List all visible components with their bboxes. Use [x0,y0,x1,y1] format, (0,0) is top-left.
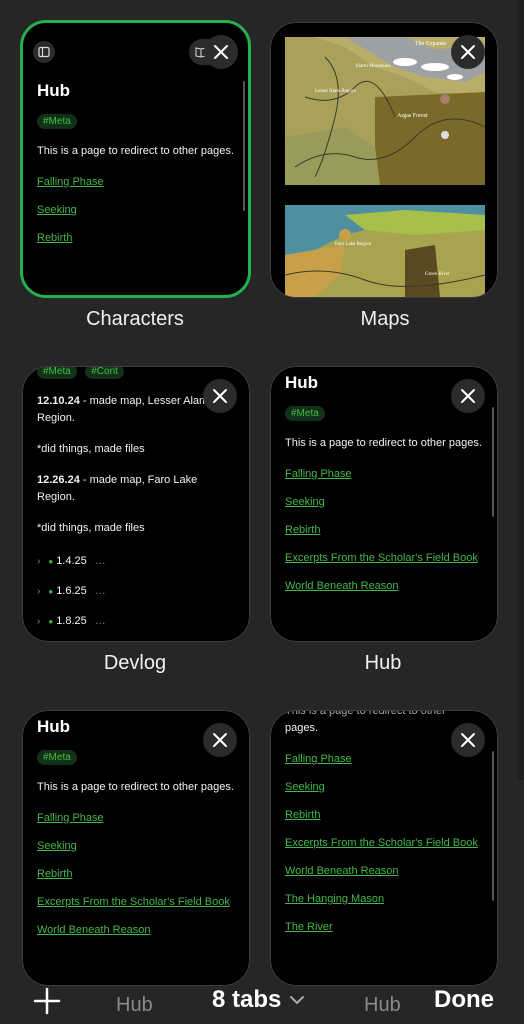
toggle-item[interactable]: › ● 1.6.25… [37,585,235,597]
bottom-hub-label-right[interactable]: Hub [364,994,401,1017]
map-label: Lesser Alam Region [315,89,356,94]
link-rebirth[interactable]: Rebirth [37,232,234,244]
tabs-count-label: 8 tabs [212,986,282,1013]
link-seeking[interactable]: Seeking [285,496,483,508]
bullet-icon: ● [48,556,54,566]
tab-card-hub-3[interactable]: This is a page to redirect to other page… [270,710,498,986]
map-label: Alarm Mountains [355,64,390,69]
close-tab-icon[interactable] [451,35,485,69]
close-tab-icon[interactable] [451,379,485,413]
tab-label-hub: Hub [364,652,402,674]
map-image-bottom: Faro Lake Region Green River [284,205,486,297]
link-world-beneath-reason[interactable]: World Beneath Reason [37,924,235,936]
page-text: This is a page to redirect to other page… [285,437,482,449]
page-scrollbar[interactable] [518,0,524,780]
toggle-item[interactable]: › ● 1.4.25… [37,555,235,567]
sidebar-toggle-icon [33,41,55,63]
map-label: Faro Lake Region [335,242,372,247]
link-excerpts[interactable]: Excerpts From the Scholar's Field Book [285,552,483,564]
done-button[interactable]: Done [434,986,494,1014]
bullet-icon: ● [48,586,54,596]
close-tab-icon[interactable] [204,35,238,69]
link-excerpts[interactable]: Excerpts From the Scholar's Field Book [285,837,483,849]
tag-meta[interactable]: #Meta [285,406,325,421]
chevron-right-icon: › [37,615,41,627]
page-title: Hub [37,81,71,100]
tab-card-hub[interactable]: Hub #Meta This is a page to redirect to … [270,366,498,642]
link-falling-phase[interactable]: Falling Phase [285,468,483,480]
map-label: Green River [425,272,450,277]
devlog-note: *did things, made files [37,443,145,455]
link-rebirth[interactable]: Rebirth [285,809,483,821]
new-tab-plus-icon[interactable] [32,986,62,1016]
link-seeking[interactable]: Seeking [37,204,234,216]
card-scrollbar [492,407,494,517]
link-the-river[interactable]: The River [285,921,483,933]
link-hanging-mason[interactable]: The Hanging Mason [285,893,483,905]
tag-meta[interactable]: #Meta [37,114,77,129]
card-scrollbar [243,81,245,211]
devlog-note: *did things, made files [37,522,145,534]
tab-card-characters[interactable]: Hub #Meta This is a page to redirect to … [20,20,251,298]
link-excerpts[interactable]: Excerpts From the Scholar's Field Book [37,896,235,908]
close-tab-icon[interactable] [451,723,485,757]
tab-card-hub-2[interactable]: Hub #Meta This is a page to redirect to … [22,710,250,986]
bottom-toolbar: Hub 8 tabs Hub Done [0,976,524,1024]
link-world-beneath-reason[interactable]: World Beneath Reason [285,865,483,877]
chevron-right-icon: › [37,555,41,567]
link-seeking[interactable]: Seeking [37,840,235,852]
link-rebirth[interactable]: Rebirth [285,524,483,536]
devlog-entry: 12.26.24 - made map, Faro Lake Region. [37,474,198,503]
toggle-item[interactable]: › ● 1.8.25… [37,615,235,627]
chevron-right-icon: › [37,585,41,597]
tab-label-devlog: Devlog [103,652,167,674]
chevron-down-icon [290,996,305,1005]
map-label: Argas Forest [397,113,428,119]
page-text: This is a page to redirect to other page… [37,145,234,157]
tab-card-devlog[interactable]: #Meta #Cont 12.10.24 - made map, Lesser … [22,366,250,642]
tab-label-maps: Maps [360,308,410,330]
close-tab-icon[interactable] [203,379,237,413]
link-falling-phase[interactable]: Falling Phase [285,753,483,765]
tab-card-maps[interactable]: The Expanse Alarm Mountains Lesser Alam … [270,22,498,298]
link-world-beneath-reason[interactable]: World Beneath Reason [285,580,483,592]
link-rebirth[interactable]: Rebirth [37,868,235,880]
card-scrollbar [492,751,494,901]
link-falling-phase[interactable]: Falling Phase [37,176,234,188]
link-seeking[interactable]: Seeking [285,781,483,793]
tag-meta[interactable]: #Meta [37,750,77,765]
map-label: The Expanse [415,41,446,47]
page-text: This is a page to redirect to other page… [37,781,234,793]
tabs-count-button[interactable]: 8 tabs [212,986,305,1014]
bullet-icon: ● [48,616,54,626]
tab-label-characters: Characters [86,308,184,330]
tag-cont[interactable]: #Cont [85,367,124,379]
link-falling-phase[interactable]: Falling Phase [37,812,235,824]
close-tab-icon[interactable] [203,723,237,757]
page-text-top: This is a page to redirect to other [285,710,446,717]
bottom-hub-label-left[interactable]: Hub [116,994,153,1017]
tag-meta[interactable]: #Meta [37,367,77,379]
